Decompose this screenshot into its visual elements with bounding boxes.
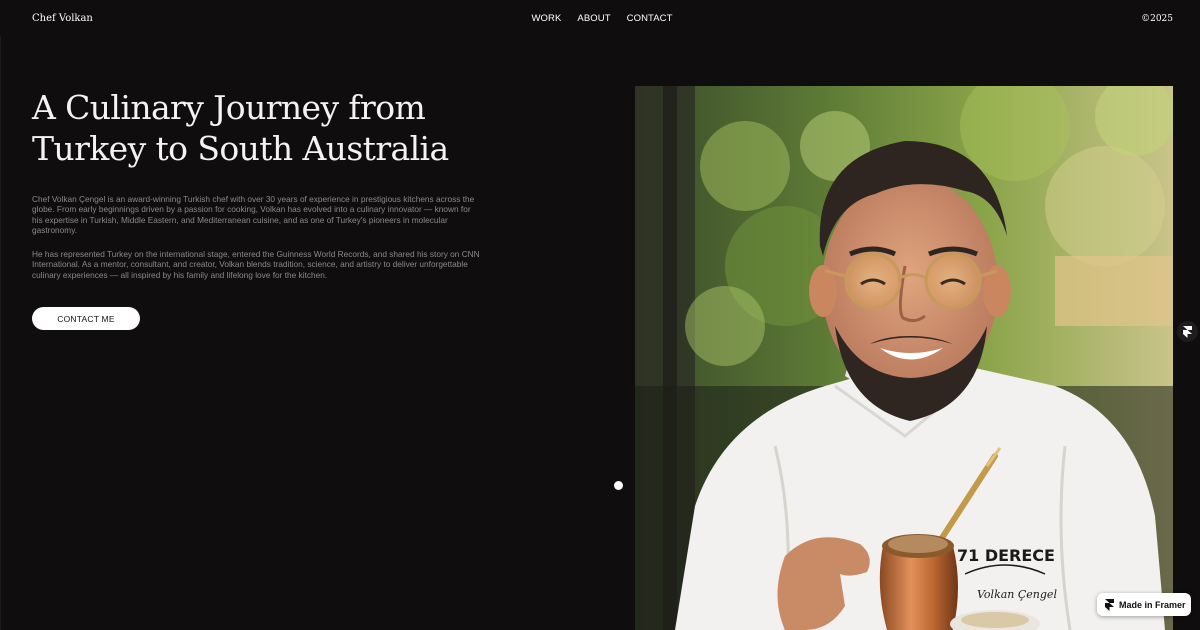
bio-paragraph-2: He has represented Turkey on the interna… <box>32 249 480 280</box>
nav-link-about[interactable]: ABOUT <box>577 13 610 24</box>
jacket-name-text: Volkan Çengel <box>977 588 1057 601</box>
slider-dot[interactable] <box>614 481 623 490</box>
made-in-framer-badge[interactable]: Made in Framer <box>1097 593 1191 616</box>
framer-side-button[interactable] <box>1177 321 1198 342</box>
edge-divider <box>0 36 1 630</box>
bio-paragraph-1: Chef Volkan Çengel is an award-winning T… <box>32 194 475 236</box>
chef-portrait-photo: 71 DERECE Volkan Çengel <box>635 86 1173 630</box>
main-nav: WORK ABOUT CONTACT <box>0 13 1200 24</box>
framer-logo-icon <box>1183 325 1192 338</box>
framer-logo-icon <box>1105 598 1114 611</box>
nav-link-work[interactable]: WORK <box>531 13 561 24</box>
hero-title-line-2: Turkey to South Australia <box>32 129 449 168</box>
hero-title: A Culinary Journey from Turkey to South … <box>32 87 552 169</box>
made-in-framer-label: Made in Framer <box>1119 599 1186 610</box>
jacket-logo-text: 71 DERECE <box>957 546 1055 565</box>
chef-portrait-illustration: 71 DERECE Volkan Çengel <box>635 86 1173 630</box>
nav-link-contact[interactable]: CONTACT <box>627 13 673 24</box>
copyright-year: ©2025 <box>1141 14 1173 24</box>
hero-title-line-1: A Culinary Journey from <box>32 88 426 127</box>
contact-me-button[interactable]: CONTACT ME <box>32 307 140 330</box>
